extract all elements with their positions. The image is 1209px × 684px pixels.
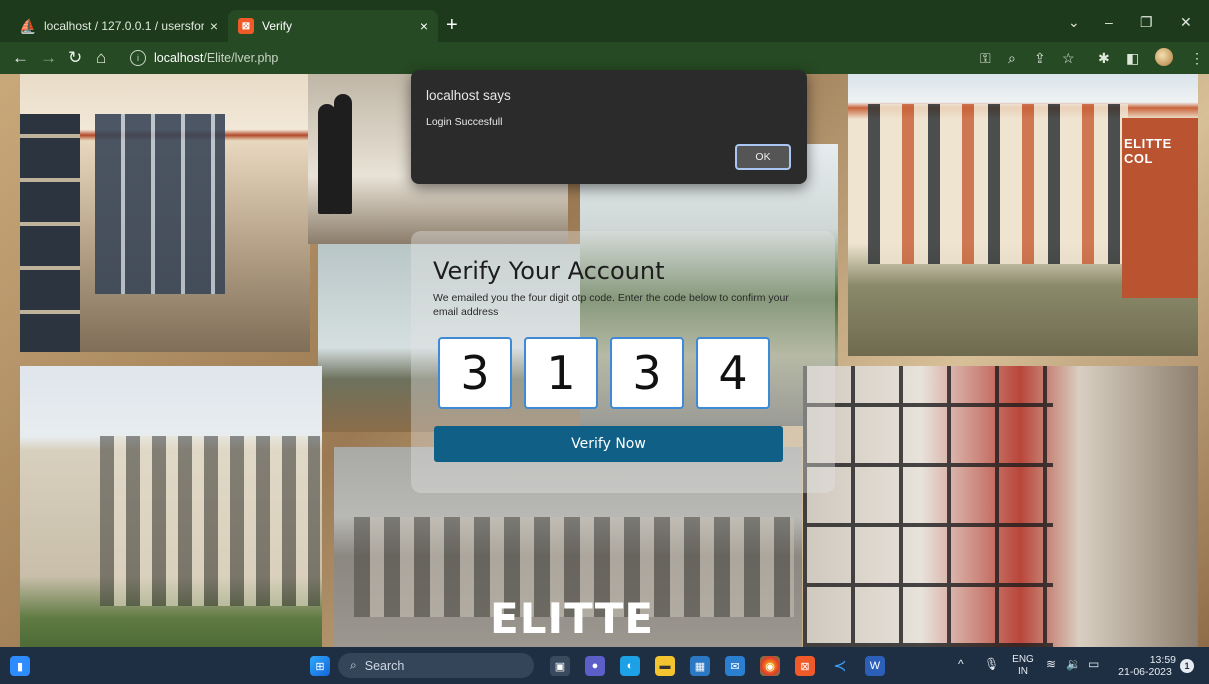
search-label: Search	[364, 658, 405, 673]
widgets-icon[interactable]: ▮	[10, 656, 30, 676]
close-window-icon[interactable]: ✕	[1180, 14, 1192, 31]
microphone-icon[interactable]: 🎙	[984, 658, 999, 670]
verify-now-button[interactable]: Verify Now	[434, 426, 783, 462]
language-indicator[interactable]: ENG IN	[1010, 654, 1036, 678]
share-icon[interactable]: ⇪	[1034, 50, 1046, 67]
xampp-icon[interactable]: ⊠	[795, 656, 815, 676]
wifi-icon[interactable]: ≋	[1046, 658, 1056, 670]
clock-time: 13:59	[1149, 654, 1176, 666]
lang-bottom: IN	[1018, 666, 1028, 677]
notification-badge[interactable]: 1	[1180, 659, 1194, 673]
photo-detail	[334, 94, 352, 214]
photo-detail	[803, 366, 1053, 647]
battery-icon[interactable]: ▭	[1088, 658, 1099, 670]
otp-digit-3[interactable]: 3	[610, 337, 684, 409]
photo-detail	[20, 114, 80, 352]
tab-search-chevron-icon[interactable]: ⌄	[1068, 14, 1080, 31]
address-bar[interactable]: i localhost /Elite/lver.php	[130, 47, 970, 69]
verify-title: Verify Your Account	[433, 257, 665, 285]
alert-ok-button[interactable]: OK	[735, 144, 791, 170]
tab-title: Verify	[262, 19, 293, 33]
tab-phpmyadmin[interactable]: ⛵ localhost / 127.0.0.1 / usersform ×	[10, 10, 228, 42]
campus-photo-8	[803, 366, 1198, 647]
verify-subtitle: We emailed you the four digit otp code. …	[433, 292, 789, 318]
task-view-icon[interactable]: ▣	[550, 656, 570, 676]
close-tab-icon[interactable]: ×	[420, 18, 428, 34]
edge-icon[interactable]: ◐	[620, 656, 640, 676]
verify-card: Verify Your Account We emailed you the f…	[411, 231, 835, 493]
verify-favicon: ⊠	[238, 18, 254, 34]
alert-dialog: localhost says Login Succesfull OK	[411, 70, 807, 184]
campus-photo-5: ELITTE COL	[848, 74, 1198, 356]
tray-chevron-icon[interactable]: ^	[958, 658, 964, 670]
url-path: /Elite/lver.php	[203, 51, 279, 65]
tab-title: localhost / 127.0.0.1 / usersform	[44, 19, 204, 33]
reload-icon[interactable]: ↻	[68, 48, 82, 68]
browser-tab-strip: ⛵ localhost / 127.0.0.1 / usersform × ⊠ …	[0, 0, 1209, 42]
volume-icon[interactable]: 🔉	[1066, 658, 1081, 670]
minimize-icon[interactable]: –	[1105, 14, 1113, 30]
clock[interactable]: 13:59 21-06-2023	[1114, 654, 1176, 678]
clock-date: 21-06-2023	[1118, 666, 1172, 678]
menu-icon[interactable]: ⋮	[1190, 50, 1204, 67]
taskbar-search[interactable]: ⌕ Search	[338, 653, 534, 678]
side-panel-icon[interactable]: ◧	[1126, 50, 1139, 67]
lang-top: ENG	[1012, 654, 1034, 665]
photo-detail	[100, 436, 320, 606]
otp-digit-1[interactable]: 3	[438, 337, 512, 409]
file-explorer-icon[interactable]: ▬	[655, 656, 675, 676]
phpmyadmin-icon: ⛵	[19, 17, 37, 34]
home-icon[interactable]: ⌂	[96, 48, 106, 68]
photo-detail	[95, 114, 225, 294]
start-icon[interactable]: ⊞	[310, 656, 330, 676]
gate-sign-text: ELITTE COL	[1124, 136, 1172, 166]
key-icon[interactable]: ⚿	[980, 50, 991, 67]
word-icon[interactable]: W	[865, 656, 885, 676]
windows-taskbar: ▮ ⊞ ⌕ Search ▣ ● ◐ ▬ ▦ ✉ ◉ ⊠ ≺ W ^ 🎙 ENG…	[0, 647, 1209, 684]
otp-digit-2[interactable]: 1	[524, 337, 598, 409]
otp-digit-4[interactable]: 4	[696, 337, 770, 409]
elitte-banner-text: ELITTE	[490, 594, 655, 643]
alert-heading: localhost says	[426, 88, 511, 103]
close-tab-icon[interactable]: ×	[210, 18, 218, 34]
restore-icon[interactable]: ❐	[1140, 14, 1153, 31]
bookmark-star-icon[interactable]: ☆	[1062, 50, 1075, 67]
site-info-icon[interactable]: i	[130, 50, 146, 66]
campus-photo-6	[20, 366, 322, 647]
tab-verify[interactable]: ⊠ Verify ×	[228, 10, 438, 42]
chrome-icon[interactable]: ◉	[760, 656, 780, 676]
store-icon[interactable]: ▦	[690, 656, 710, 676]
new-tab-button[interactable]: +	[446, 14, 458, 37]
meet-icon[interactable]: ●	[585, 656, 605, 676]
extensions-icon[interactable]: ✱	[1098, 50, 1110, 67]
alert-message: Login Succesfull	[426, 116, 503, 128]
back-icon[interactable]: ←	[12, 48, 29, 68]
url-host: localhost	[154, 51, 204, 65]
profile-avatar[interactable]	[1155, 48, 1173, 66]
search-icon: ⌕	[350, 658, 357, 672]
mail-icon[interactable]: ✉	[725, 656, 745, 676]
vscode-icon[interactable]: ≺	[830, 656, 850, 676]
forward-icon[interactable]: →	[40, 48, 57, 68]
photo-detail	[868, 104, 1128, 264]
zoom-icon[interactable]: ⌕	[1008, 50, 1016, 67]
campus-photo-1	[20, 74, 310, 352]
